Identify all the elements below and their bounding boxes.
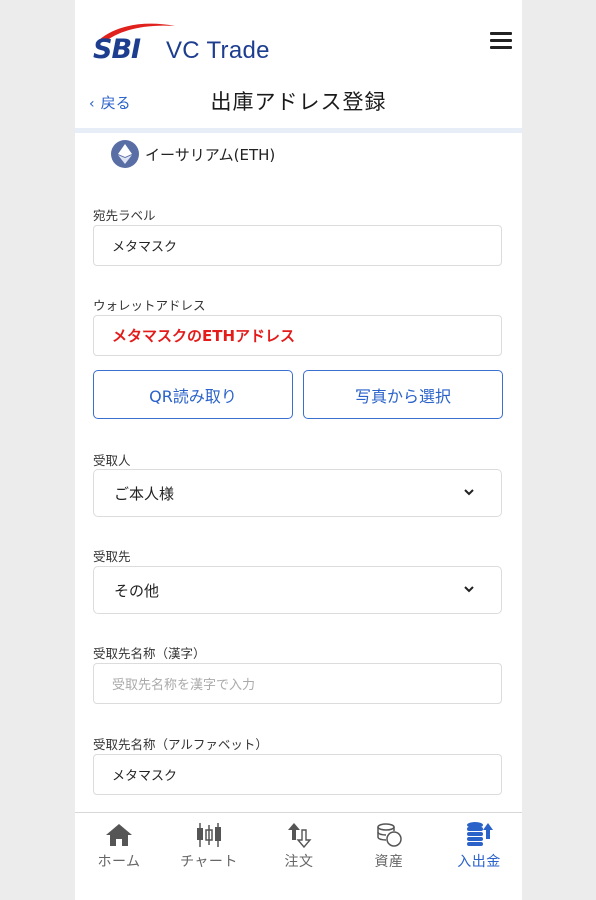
tab-order-label: 注文 (284, 854, 314, 870)
deposit-withdraw-icon (439, 821, 519, 849)
receiver-caption: 受取先 (93, 549, 131, 564)
receiver-name-alpha-caption: 受取先名称（アルファベット） (93, 737, 268, 752)
app-screen: SBI VC Trade ‹ 戻る 出庫アドレス登録 イーサリアム(ETH) 宛先… (75, 0, 522, 900)
receiver-select[interactable]: その他 (93, 566, 502, 614)
hamburger-menu-icon[interactable] (490, 32, 512, 50)
chevron-down-icon (464, 586, 474, 593)
wallet-address-input[interactable]: メタマスクのETHアドレス (93, 315, 502, 356)
assets-icon (349, 821, 429, 849)
recipient-caption: 受取人 (93, 453, 131, 468)
tab-assets[interactable]: 資産 (349, 821, 429, 871)
header-divider (75, 128, 522, 133)
tab-chart[interactable]: チャート (169, 821, 249, 871)
receiver-name-alpha-input[interactable]: メタマスク (93, 754, 502, 795)
tab-home[interactable]: ホーム (79, 821, 159, 871)
logo-vc-trade-text: VC Trade (166, 37, 270, 64)
qr-scan-button[interactable]: QR読み取り (93, 370, 293, 419)
sbi-vc-trade-logo: SBI VC Trade (93, 20, 283, 66)
receiver-value: その他 (114, 581, 160, 600)
recipient-value: ご本人様 (114, 484, 175, 503)
wallet-address-caption: ウォレットアドレス (93, 298, 206, 313)
coin-row: イーサリアム(ETH) (111, 140, 275, 168)
logo-sbi-text: SBI (93, 34, 141, 65)
destination-label-input[interactable]: メタマスク (93, 225, 502, 266)
select-photo-button[interactable]: 写真から選択 (303, 370, 503, 419)
tab-chart-label: チャート (180, 854, 238, 870)
home-icon (79, 821, 159, 849)
tab-assets-label: 資産 (374, 854, 404, 870)
order-icon (259, 821, 339, 849)
chevron-down-icon (464, 489, 474, 496)
chart-icon (169, 821, 249, 849)
tab-deposit-withdraw[interactable]: 入出金 (439, 821, 519, 871)
recipient-select[interactable]: ご本人様 (93, 469, 502, 517)
tab-order[interactable]: 注文 (259, 821, 339, 871)
tab-deposit-withdraw-label: 入出金 (457, 854, 501, 870)
coin-name: イーサリアム(ETH) (145, 145, 276, 164)
page-title: 出庫アドレス登録 (210, 90, 387, 114)
receiver-name-kanji-input[interactable]: 受取先名称を漢字で入力 (93, 663, 502, 704)
receiver-name-kanji-caption: 受取先名称（漢字） (93, 646, 206, 661)
destination-label-caption: 宛先ラベル (93, 208, 156, 223)
tab-home-label: ホーム (97, 854, 141, 870)
ethereum-icon (111, 140, 139, 168)
bottom-tab-bar: ホーム チャート 注文 資産 入出金 (75, 812, 522, 900)
